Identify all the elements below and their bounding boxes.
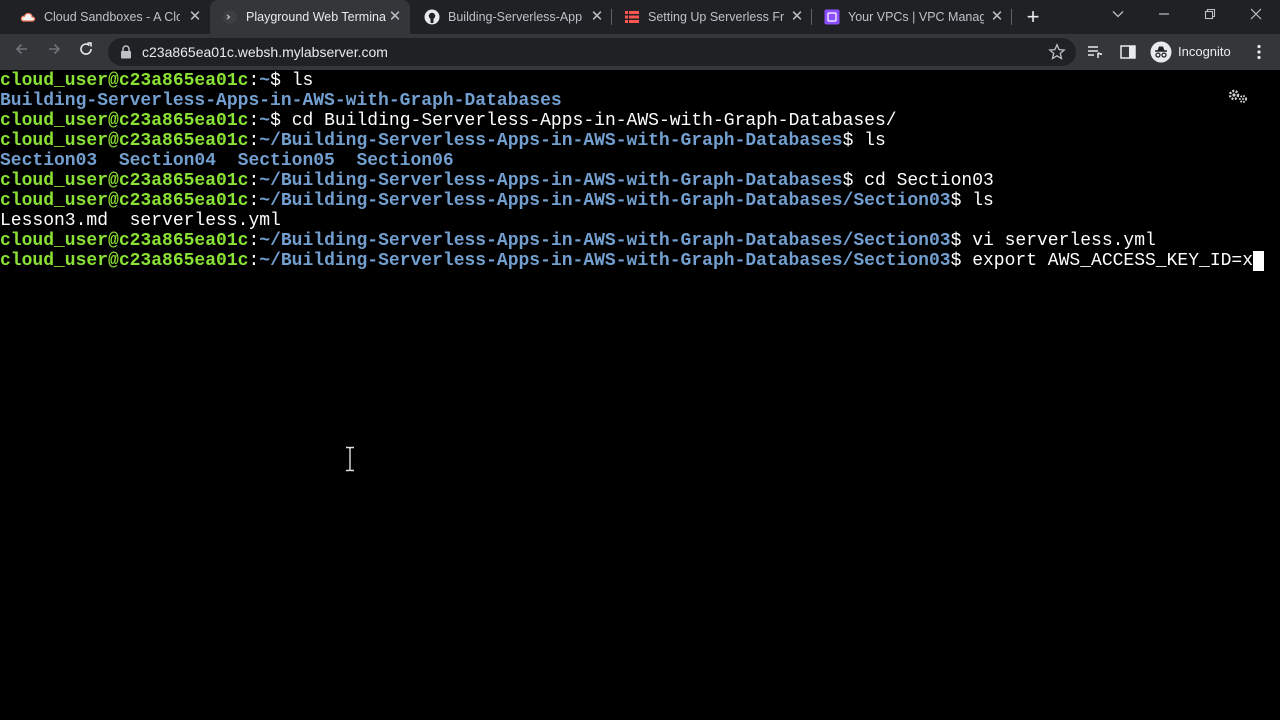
tab-title: Setting Up Serverless Fra <box>648 10 784 24</box>
command-text: cd Section03 <box>853 171 994 191</box>
prompt-colon: : <box>248 231 260 251</box>
prompt-user-host: cloud_user@c23a865ea01c <box>0 71 249 91</box>
command-text: ls <box>280 71 314 91</box>
close-tab-icon[interactable]: ✕ <box>386 8 404 26</box>
close-tab-icon[interactable]: ✕ <box>186 8 204 26</box>
incognito-icon[interactable] <box>1150 41 1172 63</box>
prompt-path: ~/Building-Serverless-Apps-in-AWS-with-G… <box>259 171 843 191</box>
more-menu-icon[interactable] <box>1250 43 1268 61</box>
back-button[interactable] <box>11 41 33 63</box>
prompt-user-host: cloud_user@c23a865ea01c <box>0 191 249 211</box>
prompt-path: ~/Building-Serverless-Apps-in-AWS-with-G… <box>259 131 843 151</box>
vpc-icon <box>824 9 840 25</box>
terminal-line: cloud_user@c23a865ea01c:~/Building-Serve… <box>0 231 1156 251</box>
file-listing: Lesson3.md serverless.yml <box>0 211 281 231</box>
tab-title: Building-Serverless-Apps <box>448 10 582 24</box>
cloud-icon <box>20 12 36 22</box>
bookmark-star-icon[interactable] <box>1048 43 1066 61</box>
tab-cloud-sandboxes[interactable]: Cloud Sandboxes - A Clou ✕ <box>8 0 208 34</box>
terminal-line: cloud_user@c23a865ea01c:~$ ls <box>0 71 313 91</box>
minimize-icon[interactable] <box>1152 4 1176 28</box>
terminal-line: Building-Serverless-Apps-in-AWS-with-Gra… <box>0 91 562 111</box>
prompt-path: ~ <box>259 71 271 91</box>
tab-github-repo[interactable]: Building-Serverless-Apps ✕ <box>412 0 612 34</box>
prompt-user-host: cloud_user@c23a865ea01c <box>0 171 249 191</box>
terminal-line: cloud_user@c23a865ea01c:~/Building-Serve… <box>0 191 994 211</box>
close-tab-icon[interactable]: ✕ <box>988 8 1006 26</box>
terminal-line: cloud_user@c23a865ea01c:~/Building-Serve… <box>0 131 886 151</box>
directory-listing: Section03 Section04 Section05 Section06 <box>0 151 454 171</box>
prompt-symbol: $ <box>950 251 962 271</box>
tab-separator <box>1011 9 1012 25</box>
prompt-colon: : <box>248 251 260 271</box>
mouse-text-cursor-icon <box>346 446 354 472</box>
prompt-user-host: cloud_user@c23a865ea01c <box>0 111 249 131</box>
side-panel-icon[interactable] <box>1119 43 1137 61</box>
close-tab-icon[interactable]: ✕ <box>788 8 806 26</box>
browser-tab-strip: Cloud Sandboxes - A Clou ✕ Playground We… <box>0 0 1280 34</box>
command-text: ls <box>853 131 886 151</box>
browser-toolbar: c23a865ea01c.websh.mylabserver.com Incog… <box>0 34 1280 70</box>
prompt-path: ~/Building-Serverless-Apps-in-AWS-with-G… <box>259 251 951 271</box>
settings-gear-icon[interactable] <box>1226 86 1250 106</box>
close-tab-icon[interactable]: ✕ <box>588 8 606 26</box>
reload-button[interactable] <box>75 41 97 63</box>
prompt-path: ~ <box>259 111 271 131</box>
tab-playground-web-terminal[interactable]: Playground Web Terminal ✕ <box>210 0 410 34</box>
prompt-user-host: cloud_user@c23a865ea01c <box>0 251 249 271</box>
terminal-cursor <box>1253 251 1265 271</box>
command-text: ls <box>961 191 994 211</box>
prompt-colon: : <box>248 71 260 91</box>
prompt-symbol: $ <box>270 71 281 91</box>
command-text: vi serverless.yml <box>961 231 1156 251</box>
terminal-icon <box>223 10 237 24</box>
tab-search-icon[interactable] <box>1106 4 1130 28</box>
prompt-path: ~/Building-Serverless-Apps-in-AWS-with-G… <box>259 231 951 251</box>
tab-title: Playground Web Terminal <box>246 10 386 24</box>
prompt-user-host: cloud_user@c23a865ea01c <box>0 131 249 151</box>
tab-vpc-manager[interactable]: Your VPCs | VPC Manager ✕ <box>812 0 1012 34</box>
command-text: cd Building-Serverless-Apps-in-AWS-with-… <box>280 111 897 131</box>
serverless-icon <box>625 11 639 23</box>
web-terminal[interactable]: cloud_user@c23a865ea01c:~$ ls Building-Se… <box>0 70 1280 720</box>
directory-listing: Building-Serverless-Apps-in-AWS-with-Gra… <box>0 91 562 111</box>
arrow-right-icon <box>49 43 61 55</box>
new-tab-button[interactable]: + <box>1022 6 1044 28</box>
prompt-colon: : <box>248 191 260 211</box>
address-bar[interactable]: c23a865ea01c.websh.mylabserver.com <box>108 38 1076 66</box>
terminal-line: cloud_user@c23a865ea01c:~$ cd Building-S… <box>0 111 897 131</box>
prompt-colon: : <box>248 111 260 131</box>
arrow-left-icon <box>15 43 27 55</box>
prompt-colon: : <box>248 131 260 151</box>
media-queue-icon[interactable] <box>1086 43 1104 61</box>
terminal-line: cloud_user@c23a865ea01c:~/Building-Serve… <box>0 171 994 191</box>
prompt-symbol: $ <box>270 111 281 131</box>
prompt-path: ~/Building-Serverless-Apps-in-AWS-with-G… <box>259 191 951 211</box>
tab-title: Your VPCs | VPC Manager <box>848 10 984 24</box>
prompt-symbol: $ <box>950 231 962 251</box>
url-text: c23a865ea01c.websh.mylabserver.com <box>142 44 388 60</box>
restore-icon[interactable] <box>1198 4 1222 28</box>
terminal-line: Lesson3.md serverless.yml <box>0 211 281 231</box>
prompt-symbol: $ <box>950 191 962 211</box>
prompt-colon: : <box>248 171 260 191</box>
terminal-line: cloud_user@c23a865ea01c:~/Building-Serve… <box>0 251 1265 271</box>
prompt-user-host: cloud_user@c23a865ea01c <box>0 231 249 251</box>
reload-icon <box>80 42 92 55</box>
tab-serverless-framework[interactable]: Setting Up Serverless Fra ✕ <box>612 0 812 34</box>
prompt-symbol: $ <box>842 131 854 151</box>
command-text: export AWS_ACCESS_KEY_ID=x <box>961 251 1254 271</box>
tab-title: Cloud Sandboxes - A Clou <box>44 10 180 24</box>
lock-icon[interactable] <box>120 45 132 59</box>
github-icon <box>424 9 440 25</box>
close-window-icon[interactable] <box>1244 4 1268 28</box>
prompt-symbol: $ <box>842 171 854 191</box>
terminal-line: Section03 Section04 Section05 Section06 <box>0 151 454 171</box>
forward-button[interactable] <box>43 41 65 63</box>
incognito-label: Incognito <box>1178 44 1231 59</box>
